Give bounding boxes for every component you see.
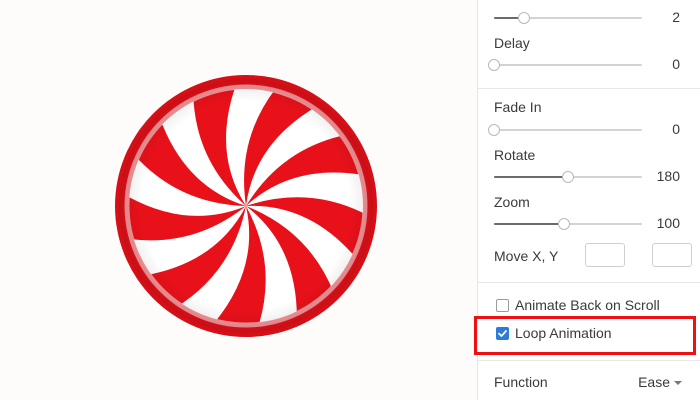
slider-thumb[interactable] xyxy=(557,218,570,230)
slider-track xyxy=(494,64,642,66)
slider-thumb[interactable] xyxy=(517,12,530,24)
rotate-value: 180 xyxy=(656,168,680,184)
rotate-slider[interactable] xyxy=(494,171,642,183)
slider-fill xyxy=(494,176,568,178)
top-slider-value: 2 xyxy=(672,9,680,25)
slider-thumb[interactable] xyxy=(488,124,500,136)
zoom-label: Zoom xyxy=(494,194,530,210)
move-xy-label: Move X, Y xyxy=(494,248,559,264)
fade-in-slider[interactable] xyxy=(488,124,642,136)
canvas-area xyxy=(0,0,477,400)
move-x-input[interactable] xyxy=(585,243,625,267)
fade-in-value: 0 xyxy=(672,121,680,137)
function-label: Function xyxy=(494,374,548,390)
section-divider xyxy=(478,282,700,283)
fade-in-label: Fade In xyxy=(494,99,542,115)
section-divider xyxy=(478,360,700,361)
function-value: Ease xyxy=(638,374,670,390)
move-y-input[interactable] xyxy=(652,243,692,267)
delay-value: 0 xyxy=(672,56,680,72)
loop-animation-highlight xyxy=(474,316,696,355)
delay-slider[interactable] xyxy=(488,59,642,71)
caret-down-icon xyxy=(674,381,682,386)
zoom-slider[interactable] xyxy=(494,218,642,230)
slider-fill xyxy=(494,223,564,225)
delay-label: Delay xyxy=(494,35,530,51)
slider-thumb[interactable] xyxy=(488,59,500,71)
rotate-label: Rotate xyxy=(494,147,536,163)
slider-track xyxy=(494,129,642,131)
animate-back-checkbox[interactable] xyxy=(496,299,509,312)
zoom-value: 100 xyxy=(656,215,680,231)
function-dropdown[interactable]: Ease xyxy=(638,374,682,390)
peppermint-candy-icon[interactable] xyxy=(115,75,377,337)
animate-back-label: Animate Back on Scroll xyxy=(515,297,660,313)
top-slider[interactable] xyxy=(494,12,642,24)
slider-thumb[interactable] xyxy=(562,171,574,183)
section-divider xyxy=(478,88,700,89)
